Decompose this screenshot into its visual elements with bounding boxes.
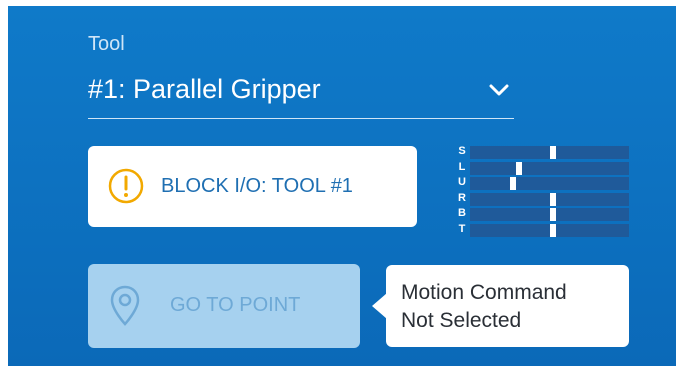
axis-marker-u (510, 177, 516, 190)
axis-bar-l (470, 161, 629, 175)
axis-marker-r (550, 192, 556, 206)
chevron-down-icon[interactable] (486, 80, 512, 100)
tool-label: Tool (88, 33, 125, 55)
axis-row-s: S (456, 145, 632, 159)
axis-marker-t (550, 223, 556, 237)
tool-select[interactable]: #1: Parallel Gripper (88, 72, 514, 119)
location-pin-icon (110, 285, 140, 326)
tooltip-text: Motion Command Not Selected (401, 279, 567, 335)
axis-label-r: R (458, 191, 466, 204)
tool-selected-value: #1: Parallel Gripper (88, 74, 321, 104)
axis-position-indicator: SLURBT (456, 145, 632, 242)
axis-row-r: R (456, 191, 632, 206)
tooltip-line-2: Not Selected (401, 309, 522, 332)
axis-label-u: U (458, 176, 466, 188)
tooltip-line-1: Motion Command (401, 281, 567, 304)
axis-bar-t (470, 223, 629, 237)
axis-label-s: S (458, 145, 466, 157)
axis-bar-b (470, 208, 629, 221)
tool-panel: Tool #1: Parallel Gripper BLOCK I/O: TOO… (8, 6, 676, 366)
motion-command-tooltip: Motion Command Not Selected (372, 265, 629, 347)
axis-bar-u (470, 177, 629, 190)
block-io-button[interactable]: BLOCK I/O: TOOL #1 (88, 146, 417, 227)
axis-row-u: U (456, 176, 632, 190)
warning-icon (108, 168, 144, 204)
axis-label-b: B (458, 207, 466, 219)
axis-label-t: T (458, 222, 466, 235)
axis-row-b: B (456, 207, 632, 221)
block-io-label: BLOCK I/O: TOOL #1 (161, 175, 353, 197)
tooltip-arrow (372, 293, 387, 319)
axis-marker-l (516, 161, 522, 175)
axis-marker-b (550, 208, 556, 221)
axis-row-t: T (456, 222, 632, 237)
go-to-point-label: GO TO POINT (170, 294, 301, 316)
go-to-point-button[interactable]: GO TO POINT (88, 264, 360, 348)
axis-row-l: L (456, 160, 632, 175)
axis-marker-s (550, 146, 556, 159)
axis-bar-s (470, 146, 629, 159)
axis-label-l: L (458, 160, 466, 173)
axis-bar-r (470, 192, 629, 206)
